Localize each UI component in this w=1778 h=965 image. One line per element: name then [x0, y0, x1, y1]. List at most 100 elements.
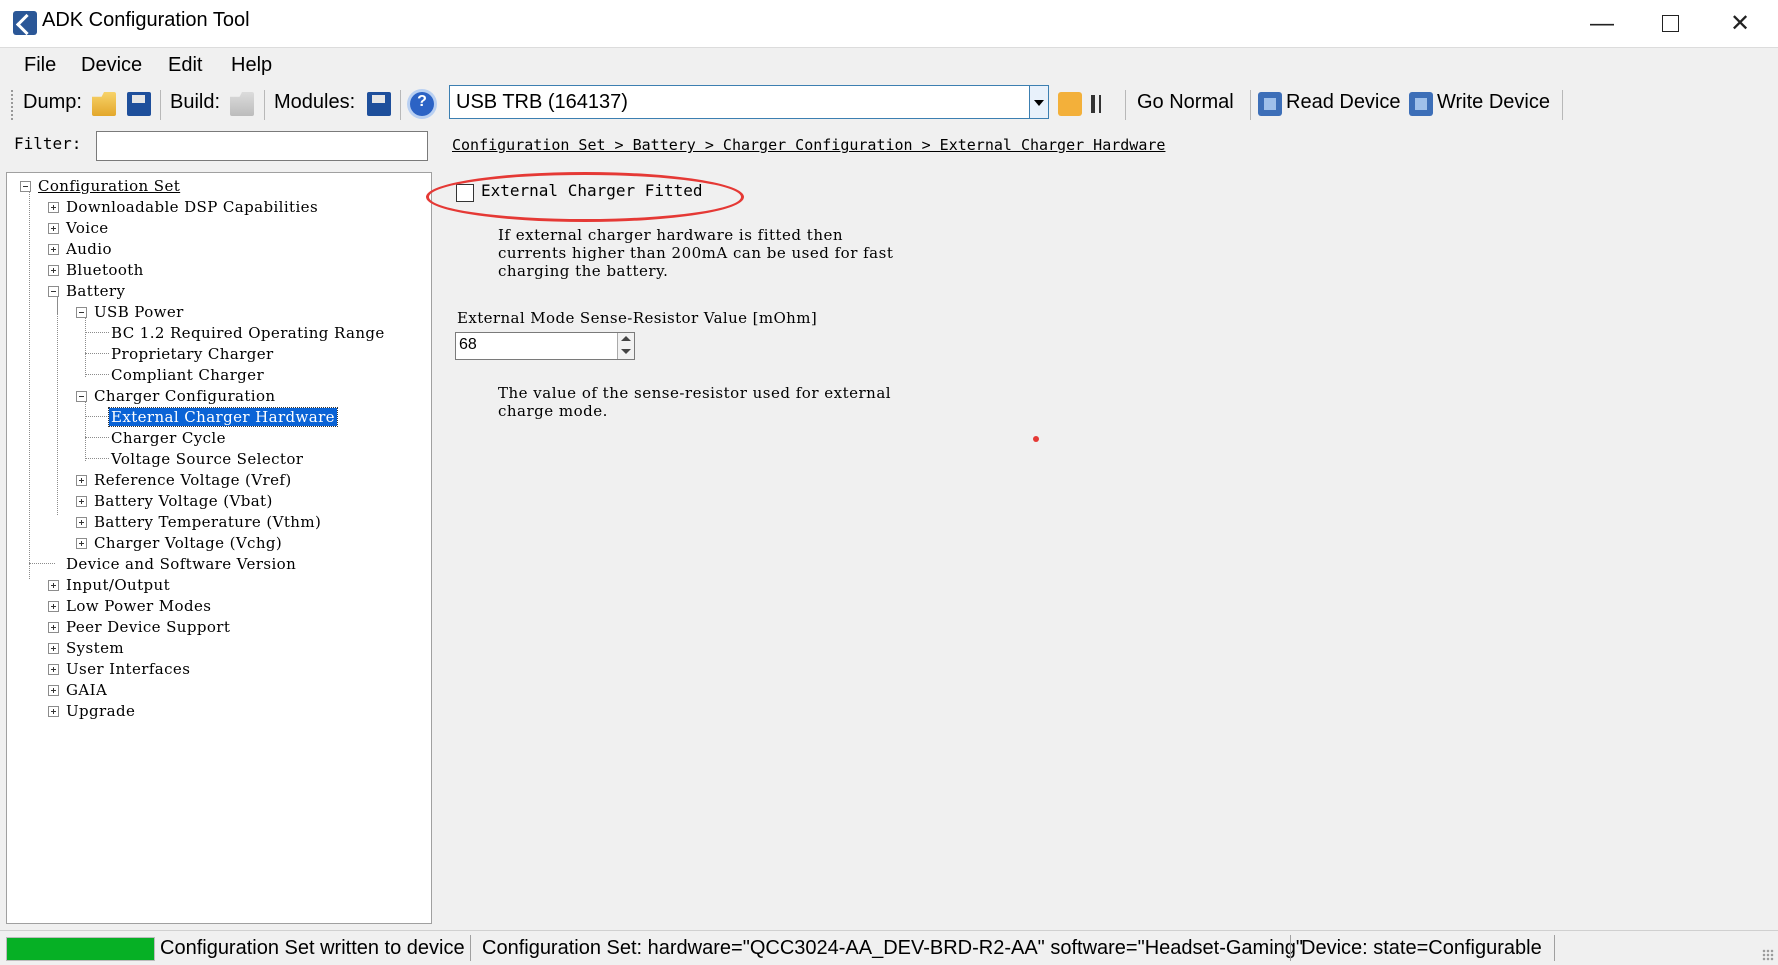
toolbar-grip[interactable] [11, 90, 13, 120]
collapse-icon[interactable] [76, 391, 87, 402]
maximize-button[interactable] [1636, 0, 1704, 47]
dump-label: Dump: [23, 91, 82, 113]
tree-node-upgrade[interactable]: Upgrade [48, 701, 137, 721]
refresh-icon[interactable] [1058, 92, 1082, 116]
tree-node-dsp-capabilities[interactable]: Downloadable DSP Capabilities [48, 197, 320, 217]
filter-input[interactable] [96, 131, 428, 161]
menu-help[interactable]: Help [231, 54, 272, 77]
tree-node-battery[interactable]: Battery [48, 281, 127, 301]
config-tree[interactable]: Configuration Set Downloadable DSP Capab… [6, 172, 432, 924]
status-message: Configuration Set written to device [160, 937, 465, 959]
toolbar-separator [160, 90, 161, 120]
tree-node-charger-cycle[interactable]: Charger Cycle [109, 428, 228, 448]
collapse-icon[interactable] [76, 307, 87, 318]
app-logo-icon [13, 11, 37, 35]
expand-icon[interactable] [76, 475, 87, 486]
expand-icon[interactable] [76, 538, 87, 549]
tree-node-voltage-source-selector[interactable]: Voltage Source Selector [109, 449, 305, 469]
status-device-state: Device: state=Configurable [1301, 937, 1542, 959]
expand-icon[interactable] [76, 517, 87, 528]
toolbar: Dump: Build: Modules: USB TRB (164137) G… [0, 84, 1778, 126]
spin-down-icon[interactable] [621, 349, 631, 354]
maximize-icon [1661, 15, 1679, 32]
tree-node-external-charger-hardware[interactable]: External Charger Hardware [108, 407, 338, 427]
dump-save-icon[interactable] [127, 92, 151, 116]
tree-node-audio[interactable]: Audio [48, 239, 114, 259]
expand-icon[interactable] [76, 496, 87, 507]
external-charger-description: If external charger hardware is fitted t… [498, 226, 894, 280]
sense-resistor-label: External Mode Sense-Resistor Value [mOhm… [457, 309, 818, 327]
status-bar: Configuration Set written to device Conf… [0, 930, 1778, 965]
bracket-icon[interactable] [1088, 92, 1110, 116]
tree-node-bluetooth[interactable]: Bluetooth [48, 260, 146, 280]
tree-node-user-interfaces[interactable]: User Interfaces [48, 659, 192, 679]
spin-up-icon[interactable] [621, 336, 631, 341]
tree-node-voice[interactable]: Voice [48, 218, 111, 238]
tree-node-battery-temperature[interactable]: Battery Temperature (Vthm) [76, 512, 323, 532]
window-title: ADK Configuration Tool [42, 9, 250, 31]
sense-resistor-description: The value of the sense-resistor used for… [498, 384, 892, 420]
toolbar-separator [1562, 90, 1563, 120]
progress-bar [6, 937, 155, 961]
build-label: Build: [170, 91, 221, 113]
modules-save-icon[interactable] [367, 92, 391, 116]
read-device-icon[interactable] [1258, 92, 1282, 116]
tree-node-input-output[interactable]: Input/Output [48, 575, 172, 595]
chevron-down-icon[interactable] [1029, 86, 1048, 118]
red-annotation-ellipse [426, 172, 744, 222]
tree-node-battery-voltage[interactable]: Battery Voltage (Vbat) [76, 491, 275, 511]
close-button[interactable]: ✕ [1706, 0, 1774, 47]
expand-icon[interactable] [48, 580, 59, 591]
menu-edit[interactable]: Edit [168, 54, 202, 77]
write-device-button[interactable]: Write Device [1437, 91, 1550, 114]
sense-resistor-value[interactable]: 68 [459, 336, 477, 354]
breadcrumb[interactable]: Configuration Set > Battery > Charger Co… [452, 136, 1165, 154]
tree-node-proprietary-charger[interactable]: Proprietary Charger [109, 344, 276, 364]
tree-node-compliant-charger[interactable]: Compliant Charger [109, 365, 266, 385]
sense-resistor-spinbox[interactable]: 68 [455, 332, 635, 360]
toolbar-separator [264, 90, 265, 120]
menu-bar: File Device Edit Help [0, 48, 1778, 84]
expand-icon[interactable] [48, 622, 59, 633]
toolbar-separator [1250, 90, 1251, 120]
tree-node-charger-voltage[interactable]: Charger Voltage (Vchg) [76, 533, 284, 553]
filter-label: Filter: [14, 134, 82, 153]
expand-icon[interactable] [48, 601, 59, 612]
expand-icon[interactable] [48, 685, 59, 696]
tree-node-gaia[interactable]: GAIA [48, 680, 109, 700]
tree-node-usb-power[interactable]: USB Power [76, 302, 186, 322]
resize-grip-icon[interactable] [1762, 949, 1774, 961]
expand-icon[interactable] [48, 202, 59, 213]
minimize-button[interactable]: — [1568, 0, 1636, 47]
status-separator [1554, 935, 1555, 961]
expand-icon[interactable] [48, 244, 59, 255]
tree-node-low-power-modes[interactable]: Low Power Modes [48, 596, 213, 616]
expand-icon[interactable] [48, 706, 59, 717]
build-open-icon[interactable] [230, 92, 254, 116]
tree-node-device-software-version[interactable]: Device and Software Version [64, 554, 298, 574]
device-select[interactable]: USB TRB (164137) [449, 85, 1049, 119]
read-device-button[interactable]: Read Device [1286, 91, 1401, 114]
expand-icon[interactable] [48, 223, 59, 234]
help-icon[interactable] [410, 92, 434, 116]
menu-file[interactable]: File [24, 54, 56, 77]
toolbar-separator [400, 90, 401, 120]
write-device-icon[interactable] [1409, 92, 1433, 116]
tree-node-system[interactable]: System [48, 638, 126, 658]
tree-node-bc12-range[interactable]: BC 1.2 Required Operating Range [109, 323, 387, 343]
status-separator [1290, 935, 1291, 961]
collapse-icon[interactable] [48, 286, 59, 297]
dump-open-icon[interactable] [92, 92, 116, 116]
expand-icon[interactable] [48, 265, 59, 276]
collapse-icon[interactable] [20, 181, 31, 192]
menu-device[interactable]: Device [81, 54, 142, 77]
go-normal-button[interactable]: Go Normal [1137, 91, 1234, 114]
expand-icon[interactable] [48, 664, 59, 675]
status-separator [470, 935, 471, 961]
tree-node-reference-voltage[interactable]: Reference Voltage (Vref) [76, 470, 294, 490]
tree-node-charger-configuration[interactable]: Charger Configuration [76, 386, 277, 406]
tree-node-peer-device-support[interactable]: Peer Device Support [48, 617, 232, 637]
tree-node-configuration-set[interactable]: Configuration Set [20, 176, 182, 196]
spin-buttons[interactable] [617, 333, 634, 359]
expand-icon[interactable] [48, 643, 59, 654]
